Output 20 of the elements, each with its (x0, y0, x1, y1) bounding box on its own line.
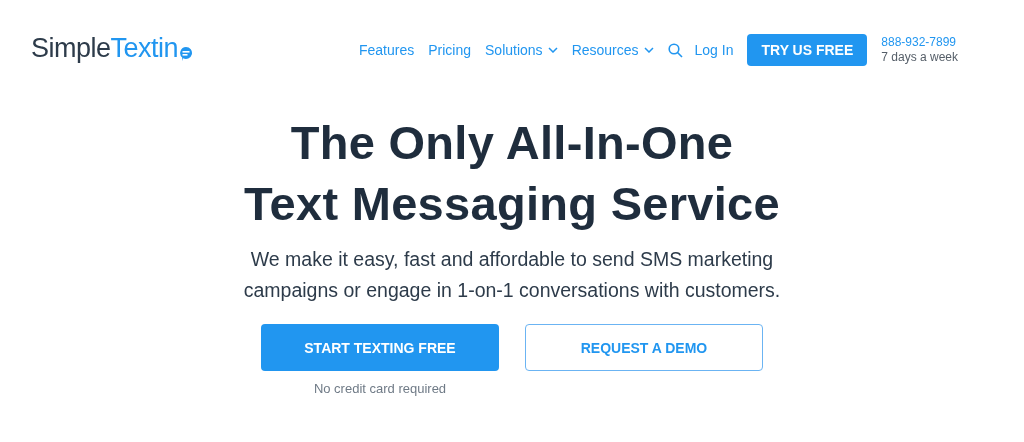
hero-heading: The Only All-In-One Text Messaging Service (244, 115, 780, 232)
nav-dropdown[interactable]: Solutions (485, 42, 558, 58)
login-link[interactable]: Log In (694, 42, 734, 58)
request-demo-button[interactable]: REQUEST A DEMO (525, 324, 763, 371)
hero-subtitle-line: We make it easy, fast and affordable to send SMS marketing (249, 247, 775, 272)
logo-text: Textin (110, 32, 179, 64)
hours-text: 7 days a week (881, 50, 958, 65)
logo-text: Simple (31, 32, 111, 64)
nav-link[interactable]: Features (359, 42, 415, 58)
chevron-down-icon (643, 47, 654, 53)
nav-dropdown[interactable]: Resources (571, 42, 654, 58)
phone-link[interactable]: 888-932-7899 (881, 35, 958, 50)
chevron-down-icon (547, 47, 558, 53)
start-texting-button[interactable]: START TEXTING FREE (261, 324, 499, 371)
hero-subtitle-line: campaigns or engage in 1-on-1 conversations with customers. (243, 278, 781, 303)
chat-bubble-icon (179, 45, 194, 62)
nav-link[interactable]: Pricing (428, 42, 472, 58)
note-text: No credit card required (313, 381, 447, 396)
search-icon[interactable] (667, 42, 683, 58)
try-free-button[interactable]: TRY US FREE (747, 34, 868, 66)
